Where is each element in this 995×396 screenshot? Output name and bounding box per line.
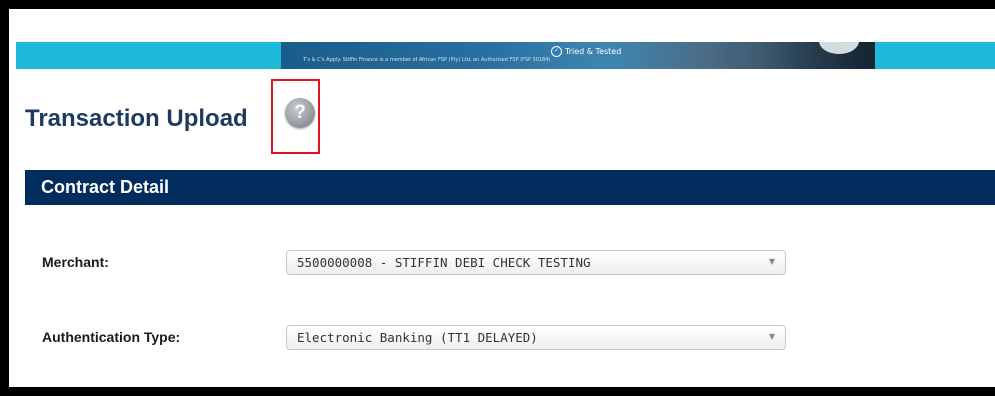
merchant-label: Merchant:	[42, 254, 109, 270]
section-title: Contract Detail	[41, 177, 170, 197]
highlight-box	[271, 79, 320, 154]
merchant-select[interactable]: 5500000008 - STIFFIN DEBI CHECK TESTING …	[286, 250, 786, 275]
chevron-down-icon: ▼	[768, 332, 775, 341]
banner-image[interactable]: T's & C's Apply. Stiffin Finance is a me…	[281, 42, 875, 69]
banner-badge-label: Tried & Tested	[565, 46, 622, 56]
authentication-type-select[interactable]: Electronic Banking (TT1 DELAYED) ▼	[286, 325, 786, 350]
section-header: Contract Detail	[25, 170, 995, 205]
banner-photo	[761, 42, 875, 69]
authentication-type-label: Authentication Type:	[42, 329, 181, 345]
page: T's & C's Apply. Stiffin Finance is a me…	[9, 9, 995, 387]
banner-fine-print: T's & C's Apply. Stiffin Finance is a me…	[303, 57, 551, 63]
authentication-type-select-value: Electronic Banking (TT1 DELAYED)	[297, 330, 538, 345]
chevron-down-icon: ▼	[768, 257, 775, 266]
banner-badge: ✓ Tried & Tested	[551, 45, 621, 57]
check-circle-icon: ✓	[551, 45, 562, 57]
merchant-select-value: 5500000008 - STIFFIN DEBI CHECK TESTING	[297, 255, 591, 270]
page-title: Transaction Upload	[25, 105, 248, 132]
